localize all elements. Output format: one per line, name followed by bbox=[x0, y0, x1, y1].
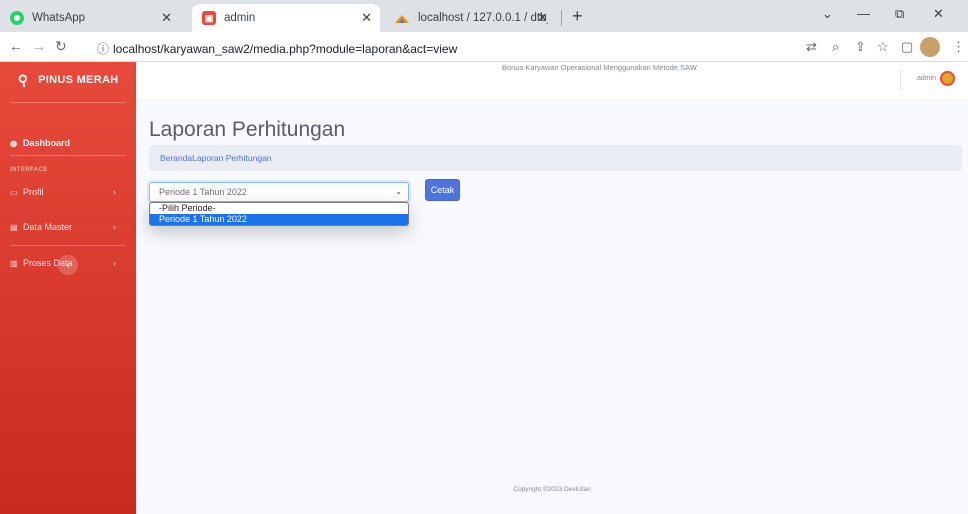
user-name[interactable]: admin bbox=[917, 75, 936, 82]
share-icon[interactable]: ⇪ bbox=[855, 39, 866, 55]
url-path: /karyawan_saw2/media.php?module=laporan&… bbox=[160, 42, 458, 56]
bookmark-star-icon[interactable]: ☆ bbox=[877, 39, 889, 55]
browser-tab-phpmyadmin[interactable]: localhost / 127.0.0.1 / dtb_karyaw ✕ bbox=[388, 4, 556, 32]
minimize-icon[interactable]: — bbox=[857, 6, 870, 21]
sidebar: ⚲ PINUS MERAH ◍ Dashboard INTERFACE ▭ Pr… bbox=[0, 62, 136, 514]
app-title: Bonus Karyawan Operasional Menggunakan M… bbox=[502, 63, 697, 72]
restore-icon[interactable]: ⧉ bbox=[895, 6, 904, 22]
copyright-text: Copyright ©2023 DeviUtari bbox=[513, 486, 591, 493]
browser-tab-admin[interactable]: ▣ admin ✕ bbox=[192, 4, 380, 32]
sidebar-divider bbox=[10, 245, 126, 246]
topbar-divider bbox=[900, 70, 901, 90]
close-tab-icon[interactable]: ✕ bbox=[361, 10, 372, 26]
close-tab-icon[interactable]: ✕ bbox=[161, 10, 172, 26]
database-icon: ▤ bbox=[10, 222, 18, 232]
profile-card-icon: ▭ bbox=[10, 187, 18, 197]
address-bar: ← → ↻ ⓘ localhost/karyawan_saw2/media.php… bbox=[0, 32, 968, 62]
reload-icon[interactable]: ↻ bbox=[55, 38, 67, 55]
sidebar-toggle-button[interactable]: ‹ bbox=[58, 255, 78, 275]
period-select[interactable]: Periode 1 Tahun 2022 ⌄ bbox=[149, 182, 409, 202]
sidebar-divider bbox=[10, 102, 126, 103]
dropdown-option[interactable]: -Pilih Periode- bbox=[150, 203, 408, 214]
dashboard-icon: ◍ bbox=[10, 138, 17, 148]
browser-tab-strip: WhatsApp ✕ ▣ admin ✕ localhost / 127.0.0… bbox=[0, 0, 968, 32]
period-select-value: Periode 1 Tahun 2022 bbox=[159, 187, 247, 197]
chevron-left-icon: ‹ bbox=[66, 259, 70, 271]
close-window-icon[interactable]: ✕ bbox=[933, 6, 944, 22]
sidebar-item-profil[interactable]: ▭ Profil › bbox=[10, 187, 126, 197]
more-menu-icon[interactable]: ⋮ bbox=[952, 39, 965, 55]
period-dropdown-list: -Pilih Periode- Periode 1 Tahun 2022 bbox=[149, 202, 409, 226]
tab-title: localhost / 127.0.0.1 / dtb_karyaw bbox=[418, 12, 548, 24]
main-content: Laporan Perhitungan BerandaLaporan Perhi… bbox=[136, 98, 968, 514]
side-panel-icon[interactable]: ▢ bbox=[901, 39, 913, 55]
sidebar-divider bbox=[10, 155, 126, 156]
tab-search-icon[interactable]: ⌄ bbox=[822, 6, 833, 22]
user-avatar[interactable] bbox=[940, 71, 955, 86]
brand-name: PINUS MERAH bbox=[38, 74, 119, 86]
new-tab-icon[interactable]: + bbox=[572, 6, 583, 27]
process-icon: ▥ bbox=[10, 258, 18, 268]
sidebar-item-label: Profil bbox=[23, 187, 44, 197]
whatsapp-icon bbox=[10, 11, 24, 25]
site-info-icon[interactable]: ⓘ bbox=[97, 42, 109, 56]
translate-icon[interactable]: ⇄ bbox=[806, 39, 817, 55]
sidebar-item-dashboard[interactable]: ◍ Dashboard bbox=[10, 138, 126, 148]
admin-app-icon: ▣ bbox=[202, 11, 216, 25]
tab-title: admin bbox=[224, 12, 256, 24]
sidebar-item-label: Dashboard bbox=[23, 138, 71, 148]
profile-avatar-icon[interactable] bbox=[920, 37, 940, 57]
url-field[interactable]: ⓘ localhost/karyawan_saw2/media.php?modul… bbox=[97, 40, 457, 57]
back-icon[interactable]: ← bbox=[9, 38, 23, 54]
sidebar-item-label: Data Master bbox=[23, 222, 73, 232]
forward-icon[interactable]: → bbox=[32, 38, 46, 54]
topbar: Bonus Karyawan Operasional Menggunakan M… bbox=[136, 62, 968, 98]
breadcrumb[interactable]: BerandaLaporan Perhitungan bbox=[149, 145, 962, 171]
phpmyadmin-icon bbox=[394, 11, 410, 25]
browser-tab-whatsapp[interactable]: WhatsApp ✕ bbox=[10, 4, 180, 32]
chevron-down-icon: ⌄ bbox=[395, 187, 402, 196]
sidebar-item-data-master[interactable]: ▤ Data Master › bbox=[10, 222, 126, 232]
tab-separator bbox=[561, 10, 562, 26]
chevron-right-icon: › bbox=[113, 187, 116, 197]
print-button[interactable]: Cetak bbox=[425, 179, 460, 201]
tab-title: WhatsApp bbox=[32, 12, 86, 24]
sidebar-brand[interactable]: ⚲ PINUS MERAH bbox=[0, 62, 136, 98]
page-title: Laporan Perhitungan bbox=[149, 118, 346, 141]
dropdown-option-selected[interactable]: Periode 1 Tahun 2022 bbox=[150, 214, 408, 225]
sidebar-heading: INTERFACE bbox=[10, 167, 48, 173]
chevron-right-icon: › bbox=[113, 222, 116, 232]
url-host: localhost bbox=[113, 42, 161, 56]
close-tab-icon[interactable]: ✕ bbox=[537, 10, 548, 26]
zoom-icon[interactable]: ⌕ bbox=[832, 39, 839, 55]
chevron-right-icon: › bbox=[113, 258, 116, 268]
brand-logo-icon: ⚲ bbox=[16, 70, 30, 89]
